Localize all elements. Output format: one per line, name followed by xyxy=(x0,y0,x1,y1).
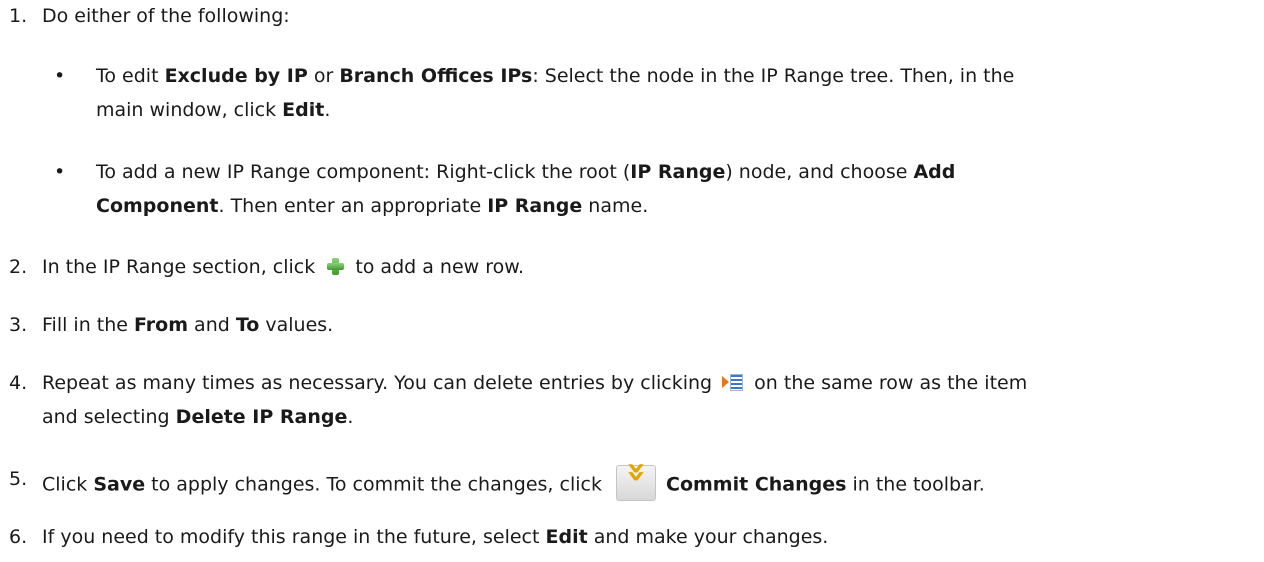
row-menu-icon xyxy=(722,373,744,391)
text: . Then enter an appropriate xyxy=(218,195,488,217)
text: to add a new row. xyxy=(349,256,525,278)
text-bold: Edit xyxy=(545,526,588,548)
text: To add a new IP Range component: Right-c… xyxy=(96,161,631,183)
step-text: Fill in the From and To values. xyxy=(42,313,333,337)
text: To edit xyxy=(96,65,165,87)
step-text: and selecting Delete IP Range. xyxy=(42,405,353,429)
step-number: 4. xyxy=(9,372,28,394)
text: Repeat as many times as necessary. You c… xyxy=(42,372,719,394)
text: and selecting xyxy=(42,406,176,428)
text-bold: Commit Changes xyxy=(666,473,847,496)
bullet-marker: • xyxy=(54,161,66,183)
text-bold: IP Range xyxy=(487,195,583,217)
text: to apply changes. To commit the changes,… xyxy=(145,473,609,496)
text: : Select the node in the IP Range tree. … xyxy=(532,65,1015,87)
plus-icon xyxy=(325,256,345,276)
text-bold: To xyxy=(235,314,260,336)
text: . xyxy=(347,406,354,428)
text: If you need to modify this range in the … xyxy=(42,526,546,548)
bullet-line: Component. Then enter an appropriate IP … xyxy=(96,194,648,218)
text-bold: Edit xyxy=(282,99,325,121)
text: In the IP Range section, click xyxy=(42,256,322,278)
step-number: 5. xyxy=(9,468,28,490)
text-bold: Exclude by IP xyxy=(164,65,308,87)
text-bold: Component xyxy=(96,195,219,217)
bullet-line: To edit Exclude by IP or Branch Offices … xyxy=(96,64,1014,88)
text-bold: From xyxy=(134,314,189,336)
text-bold: Branch Offices IPs xyxy=(339,65,533,87)
text: Click xyxy=(42,473,94,496)
step-text: Repeat as many times as necessary. You c… xyxy=(42,371,1027,395)
text: name. xyxy=(582,195,649,217)
text-bold: IP Range xyxy=(630,161,726,183)
bullet-line: To add a new IP Range component: Right-c… xyxy=(96,160,955,184)
step-text: Click Save to apply changes. To commit t… xyxy=(42,465,985,503)
text: . xyxy=(324,99,331,121)
text: and xyxy=(188,314,236,336)
step-number: 6. xyxy=(9,526,28,548)
step-text: In the IP Range section, click to add a … xyxy=(42,255,524,279)
text: Fill in the xyxy=(42,314,135,336)
commit-changes-icon xyxy=(616,465,657,501)
bullet-line: main window, click Edit. xyxy=(96,98,330,122)
text: values. xyxy=(259,314,334,336)
step-number: 1. xyxy=(9,5,28,27)
text: in the toolbar. xyxy=(846,473,985,496)
text-bold: Add xyxy=(913,161,956,183)
text: and make your changes. xyxy=(587,526,829,548)
text-bold: Delete IP Range xyxy=(175,406,348,428)
text: ) node, and choose xyxy=(725,161,914,183)
step-number: 3. xyxy=(9,314,28,336)
step-number: 2. xyxy=(9,256,28,278)
step-text: Do either of the following: xyxy=(42,5,290,27)
text: main window, click xyxy=(96,99,283,121)
text: or xyxy=(307,65,340,87)
bullet-marker: • xyxy=(54,65,66,87)
text: on the same row as the item xyxy=(748,372,1028,394)
text-bold: Save xyxy=(93,473,146,496)
step-text: If you need to modify this range in the … xyxy=(42,525,828,549)
